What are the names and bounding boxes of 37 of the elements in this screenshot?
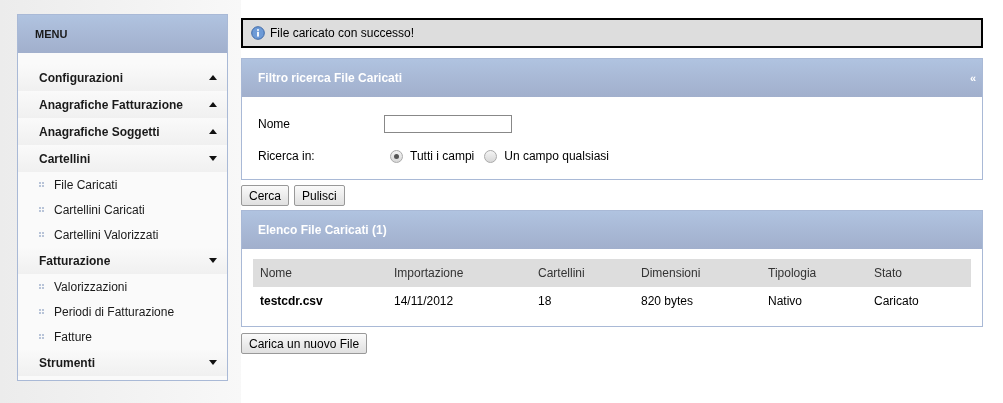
radio-option[interactable]: Tutti i campi	[390, 147, 475, 165]
bullet-icon	[39, 309, 44, 314]
info-icon	[251, 26, 265, 40]
field-label: Nome	[258, 116, 291, 133]
success-message: File caricato con successo!	[270, 25, 415, 42]
column-header: Importazione	[394, 265, 465, 282]
column-header: Cartellini	[538, 265, 586, 282]
menu-item[interactable]: Cartellini Caricati	[54, 200, 145, 219]
bullet-icon	[39, 182, 44, 187]
table-cell-text: 14/11/2012	[394, 293, 455, 310]
upload-button[interactable]: Carica un nuovo File	[241, 333, 368, 354]
menu-item[interactable]: Periodi di Fatturazione	[54, 302, 175, 321]
menu-title: MENU	[35, 26, 68, 42]
clear-button[interactable]: Pulisci	[294, 185, 345, 206]
bullet-icon	[39, 334, 44, 339]
name-input-field[interactable]	[384, 115, 512, 133]
table-cell-text: 820 bytes	[641, 293, 695, 310]
column-header: Stato	[874, 265, 904, 282]
bullet-icon	[39, 232, 44, 237]
panel-title: Filtro ricerca File Caricati	[258, 70, 403, 87]
radio-option[interactable]: Un campo qualsiasi	[484, 147, 609, 165]
menu-item[interactable]: Cartellini Valorizzati	[54, 225, 159, 244]
field-label: Ricerca in:	[258, 148, 316, 165]
panel-title: Elenco File Caricati (1)	[258, 222, 387, 239]
column-header: Tipologia	[768, 265, 818, 282]
menu-item[interactable]: Fatture	[54, 327, 92, 346]
file-link[interactable]: testcdr.csv	[260, 292, 394, 310]
menu-item[interactable]: File Caricati	[54, 175, 118, 194]
column-header: Nome	[260, 265, 293, 282]
menu-item[interactable]: Valorizzazioni	[54, 277, 128, 296]
table-cell-text: 18	[538, 293, 553, 310]
table-cell-text: Caricato	[874, 293, 920, 310]
bullet-icon	[39, 207, 44, 212]
column-header: Dimensioni	[641, 265, 702, 282]
search-button[interactable]: Cerca	[241, 185, 289, 206]
table-cell-text: Nativo	[768, 293, 803, 310]
bullet-icon	[39, 284, 44, 289]
